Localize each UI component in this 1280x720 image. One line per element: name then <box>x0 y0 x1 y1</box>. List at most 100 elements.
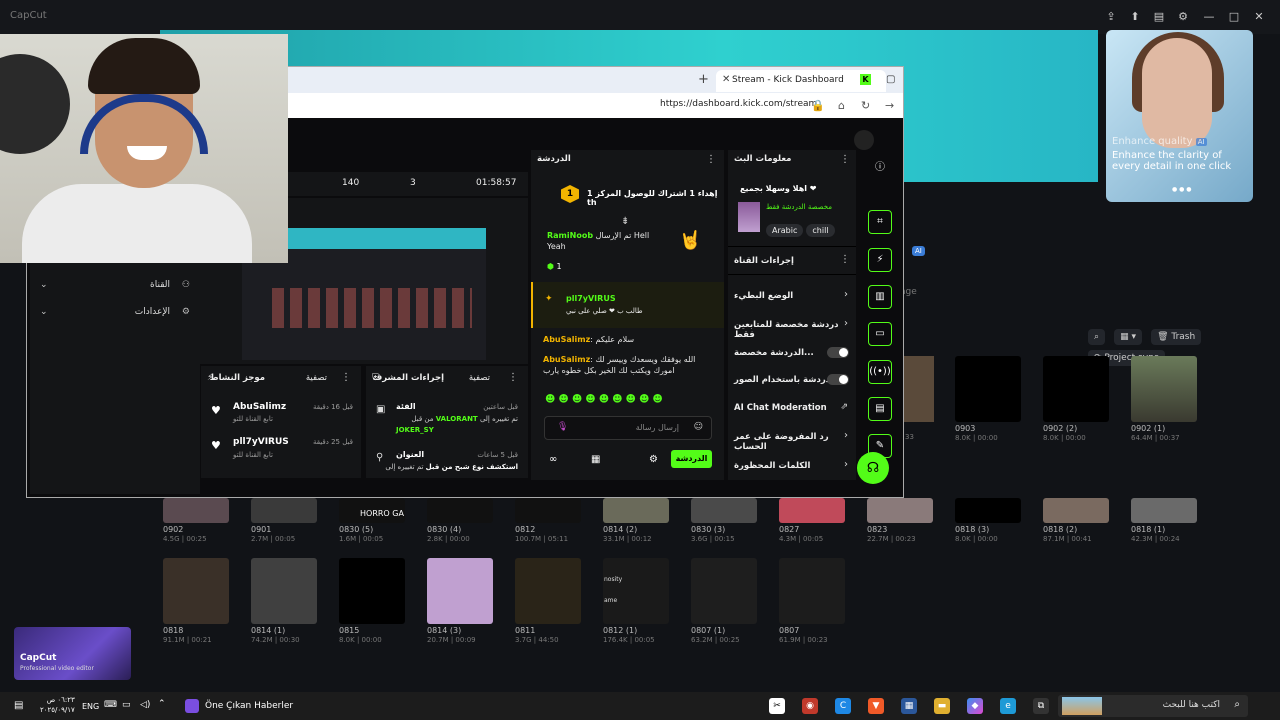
media-tile[interactable] <box>515 498 581 523</box>
feedback-icon[interactable]: ▤ <box>1152 10 1166 24</box>
tag[interactable]: chill <box>806 224 835 237</box>
folder-taskbar-icon[interactable]: ▬ <box>934 698 950 714</box>
task-view-icon[interactable]: ⧉ <box>1033 698 1049 714</box>
language-indicator[interactable]: ENG <box>82 702 99 711</box>
media-tile-partial[interactable] <box>904 356 934 422</box>
more-icon[interactable]: ⋮ <box>508 372 518 383</box>
capcut-taskbar-icon[interactable]: ✂ <box>769 698 785 714</box>
channel-action-account-age[interactable]: رد المفروضة على عمر الحساب <box>734 432 856 452</box>
subs-only-toggle[interactable] <box>827 347 849 358</box>
media-tile[interactable] <box>779 498 845 523</box>
media-tile[interactable] <box>691 498 757 523</box>
bolt-icon[interactable]: ⚡ <box>868 248 892 272</box>
channel-action-banned-words[interactable]: الكلمات المحظورة <box>734 461 810 471</box>
keyboard-icon[interactable]: ⌨ <box>104 700 117 710</box>
chat-message[interactable]: AbuSalimz: الله يوفقك ويسعدك وييسر لك ام… <box>543 354 703 376</box>
store-icon[interactable]: ▦ <box>591 454 600 465</box>
media-tile[interactable] <box>515 558 581 624</box>
edge-taskbar-icon[interactable]: e <box>1000 698 1016 714</box>
taskbar-search[interactable]: اكتب هنا للبحث ⌕ <box>1058 695 1248 717</box>
app-taskbar-icon[interactable]: C <box>835 698 851 714</box>
emote-bar[interactable]: ☻☻☻☻☻☻☻☻☻ <box>545 394 666 405</box>
window-restore-icon[interactable]: ▢ <box>886 74 895 85</box>
activity-user[interactable]: pll7yVIRUS <box>233 437 289 447</box>
media-tile[interactable] <box>603 498 669 523</box>
url-text[interactable]: https://dashboard.kick.com/stream <box>660 99 817 109</box>
media-tile[interactable] <box>779 558 845 624</box>
chevron-up-icon[interactable]: ⌃ <box>158 699 166 709</box>
wifi-icon[interactable]: ▭ <box>122 700 131 710</box>
capcut-promo-card[interactable]: CapCut Professional video editor <box>14 627 131 680</box>
mod-action-by[interactable]: JOKER_SY <box>396 426 434 434</box>
gear-icon[interactable]: ⚙ <box>649 454 658 465</box>
chevron-right-icon[interactable]: › <box>844 318 848 329</box>
chat-message[interactable]: RamiNoob تم الإرسال Hell Yeah <box>547 230 667 252</box>
channel-action-slow-mode[interactable]: الوضع البطيء <box>734 291 793 301</box>
mic-icon[interactable]: 🎙 <box>557 422 568 432</box>
chat-tools-icon[interactable]: ∞ <box>549 454 557 465</box>
upload-icon[interactable]: ⬆ <box>1128 10 1142 24</box>
minimize-icon[interactable]: — <box>1202 10 1216 24</box>
gear-icon[interactable]: ⚙ <box>1176 10 1190 24</box>
forward-icon[interactable]: → <box>885 99 894 112</box>
carousel-dots[interactable]: ● ● ● <box>1172 186 1192 193</box>
lock-icon[interactable]: 🔒 <box>811 99 825 112</box>
channel-action-subs-only[interactable]: الدردشة مخصصة... <box>734 348 814 358</box>
more-icon[interactable]: ⋮ <box>341 372 351 383</box>
channel-action-followers-only[interactable]: دردشة مخصصة للمتابعين فقط <box>734 320 856 340</box>
media-tile[interactable] <box>603 558 669 624</box>
chevron-right-icon[interactable]: › <box>844 289 848 300</box>
media-tile[interactable] <box>427 558 493 624</box>
search-icon[interactable]: ⌕ <box>1088 329 1106 345</box>
new-tab-icon[interactable]: + <box>698 72 709 87</box>
clip-icon[interactable]: ⌗ <box>868 210 892 234</box>
notification-icon[interactable]: ▤ <box>14 700 23 711</box>
media-tile[interactable] <box>1131 498 1197 523</box>
home-icon[interactable]: ⌂ <box>838 99 845 112</box>
share-icon[interactable]: ⇪ <box>1104 10 1118 24</box>
send-chat-button[interactable]: الدردشة <box>671 450 712 468</box>
emote-only-toggle[interactable] <box>827 374 849 385</box>
media-tile[interactable] <box>427 498 493 523</box>
media-tile[interactable] <box>955 356 1021 422</box>
close-icon[interactable]: ✕ <box>1252 10 1266 24</box>
media-tile[interactable] <box>339 558 405 624</box>
media-tile[interactable] <box>163 498 229 523</box>
more-icon[interactable]: ⋮ <box>840 154 850 165</box>
more-icon[interactable]: ⋮ <box>840 254 850 265</box>
brave-taskbar-icon[interactable]: ▼ <box>868 698 884 714</box>
media-tile[interactable] <box>251 498 317 523</box>
app-taskbar-icon[interactable]: ◉ <box>802 698 818 714</box>
support-headset-icon[interactable]: ☊ <box>857 452 889 484</box>
copilot-taskbar-icon[interactable]: ◆ <box>967 698 983 714</box>
media-tile[interactable] <box>955 498 1021 523</box>
emoji-icon[interactable]: ☺ <box>694 422 703 432</box>
tag[interactable]: Arabic <box>766 224 804 237</box>
media-tile[interactable] <box>867 498 933 523</box>
chevron-right-icon[interactable]: › <box>844 459 848 470</box>
activity-user[interactable]: AbuSalimz <box>233 402 286 412</box>
activity-filter[interactable]: تصفية <box>306 373 327 383</box>
avatar[interactable] <box>854 130 874 150</box>
chevron-right-icon[interactable]: › <box>844 430 848 441</box>
poll-icon[interactable]: ▥ <box>868 285 892 309</box>
trash-button[interactable]: 🗑 Trash <box>1151 329 1202 345</box>
info-icon[interactable]: ⓘ <box>875 158 885 173</box>
media-tile[interactable] <box>163 558 229 624</box>
enhance-quality-card[interactable]: Enhance quality AI Enhance the clarity o… <box>1106 30 1253 202</box>
more-icon[interactable]: ⋮ <box>706 154 716 165</box>
news-icon[interactable] <box>185 699 199 713</box>
mod-actions-filter[interactable]: تصفية <box>469 373 490 383</box>
broadcast-icon[interactable]: ((•)) <box>868 360 892 384</box>
maximize-icon[interactable]: □ <box>1227 10 1241 24</box>
media-tile[interactable] <box>251 558 317 624</box>
chat-message[interactable]: AbuSalimz: سلام عليكم <box>543 334 634 345</box>
clock[interactable]: ٠٦:٢٣ ص ٢٠٢٥/٠٩/١٧ <box>40 695 75 715</box>
grid-view-icon[interactable]: ▦ ▾ <box>1114 329 1143 345</box>
scroll-down-icon[interactable]: ⇟ <box>621 216 629 227</box>
media-tile[interactable] <box>1043 498 1109 523</box>
channel-action-ai-moderation[interactable]: AI Chat Moderation <box>734 403 827 413</box>
tab-close-icon[interactable]: ✕ <box>722 74 730 85</box>
news-widget[interactable]: Öne Çıkan Haberler <box>205 701 293 711</box>
chat-input[interactable]: 🎙 إرسال رسالة ☺ <box>544 416 712 440</box>
